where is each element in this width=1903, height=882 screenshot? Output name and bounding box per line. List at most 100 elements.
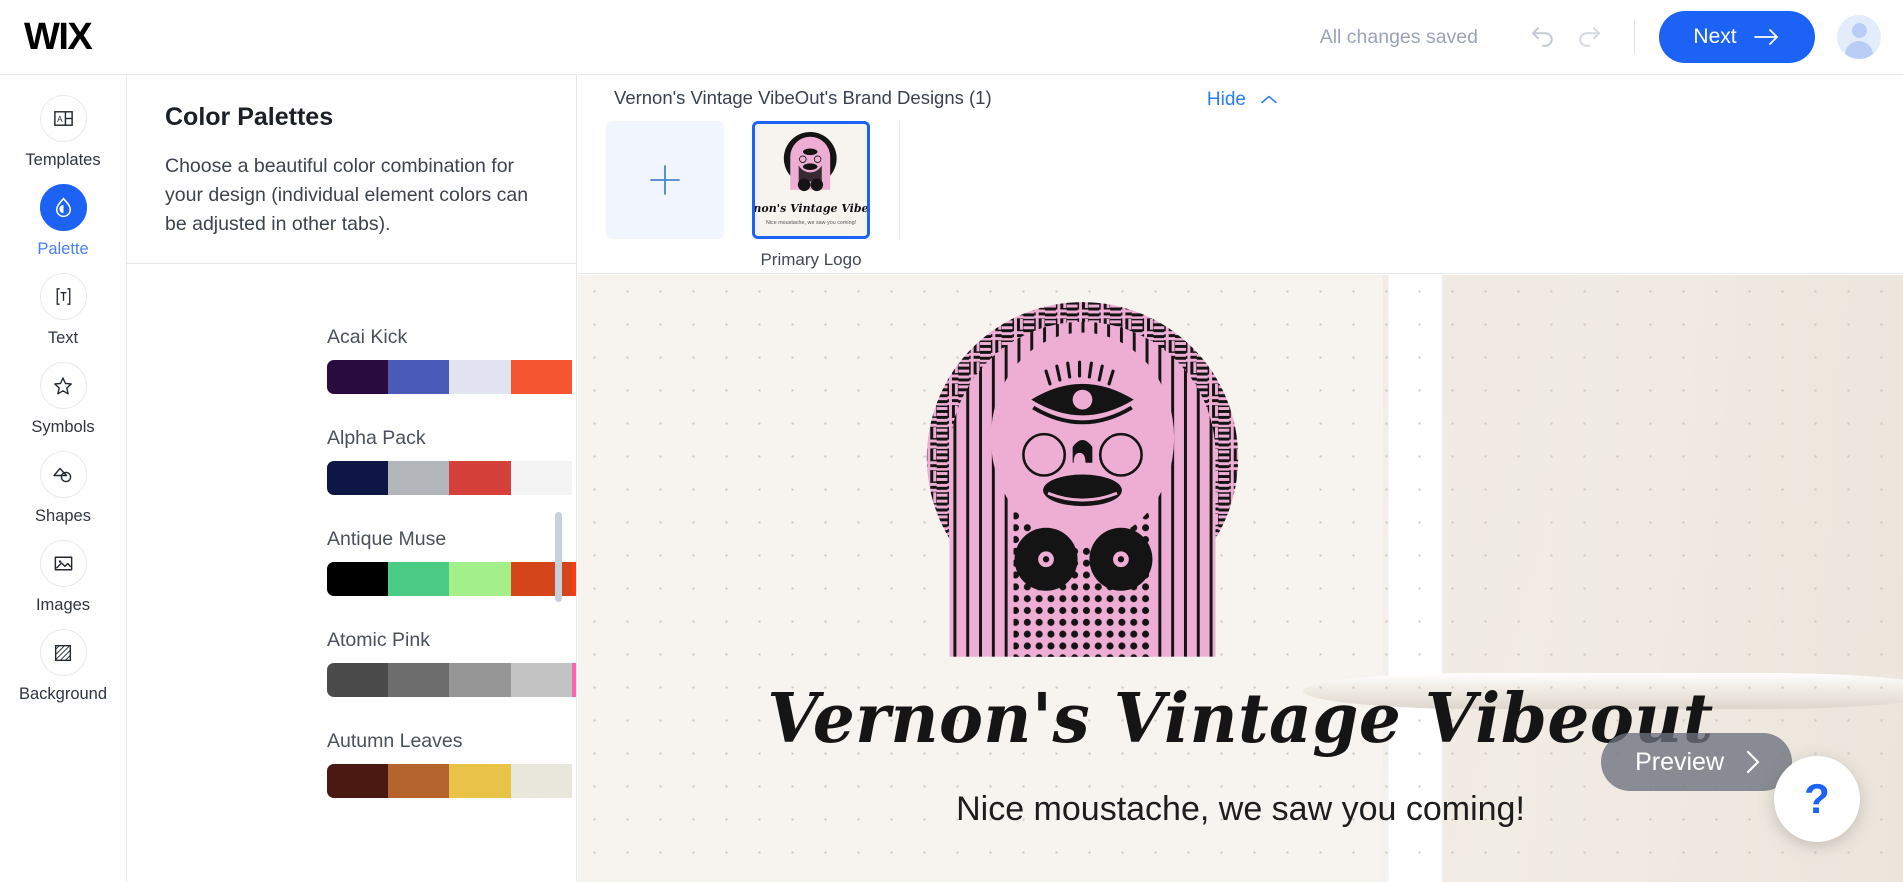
palette-item[interactable]: Atomic Pink	[327, 629, 576, 697]
palette-swatch[interactable]	[449, 360, 511, 394]
undo-button[interactable]	[1520, 14, 1566, 60]
sidebar-item-label: Shapes	[35, 507, 91, 525]
sidebar-item-label: Palette	[37, 240, 89, 258]
images-icon-circle	[39, 540, 87, 587]
palette-swatch[interactable]	[327, 461, 389, 495]
design-thumb-label: Primary Logo	[760, 250, 862, 269]
palette-name: Alpha Pack	[327, 427, 426, 449]
symbols-icon-circle	[39, 362, 87, 409]
next-button[interactable]: Next	[1659, 11, 1815, 63]
star-icon	[54, 376, 72, 394]
palette-name: Acai Kick	[327, 326, 408, 348]
background-icon	[54, 644, 72, 661]
palette-swatch[interactable]	[388, 764, 450, 798]
design-thumb-image: Vernon's Vintage Vibeout Nice moustache,…	[752, 121, 870, 239]
page-title: Color Palettes	[165, 103, 334, 131]
text-icon	[56, 288, 70, 305]
hide-designs-label: Hide	[1206, 89, 1246, 110]
palette-swatch-row[interactable]	[327, 764, 576, 798]
palette-item[interactable]: Acai Kick	[327, 326, 576, 394]
thumb-divider	[899, 121, 900, 239]
sidebar-item-shapes[interactable]: Shapes	[0, 451, 126, 526]
design-thumb-primary-logo[interactable]: Vernon's Vintage Vibeout Nice moustache,…	[752, 121, 870, 270]
palette-item[interactable]: Autumn Leaves	[327, 730, 576, 798]
logo-thumbnail-art: Vernon's Vintage Vibeout Nice moustache,…	[755, 124, 867, 236]
panel-header: Color Palettes Choose a beautiful color …	[127, 75, 576, 264]
palette-swatch[interactable]	[571, 360, 576, 394]
sidebar-item-templates[interactable]: A Templates	[0, 95, 126, 170]
palette-item[interactable]: Antique Muse	[327, 528, 576, 596]
redo-button[interactable]	[1566, 14, 1612, 60]
palette-swatch[interactable]	[449, 461, 511, 495]
palette-swatch[interactable]	[388, 461, 450, 495]
sidebar-item-label: Background	[18, 685, 108, 703]
svg-text:A: A	[57, 115, 63, 124]
palette-swatch[interactable]	[571, 461, 576, 495]
sidebar-item-label: Templates	[25, 151, 101, 169]
help-button[interactable]: ?	[1774, 756, 1860, 842]
image-icon	[54, 556, 72, 571]
design-thumbnails: Vernon's Vintage Vibeout Nice moustache,…	[606, 121, 900, 270]
header-divider	[1634, 20, 1635, 54]
palette-swatch[interactable]	[449, 562, 511, 596]
templates-icon: A	[53, 111, 73, 126]
palette-swatch[interactable]	[327, 562, 389, 596]
palette-swatch[interactable]	[571, 764, 576, 798]
hide-designs-button[interactable]: Hide	[1207, 89, 1278, 111]
sidebar-item-symbols[interactable]: Symbols	[0, 362, 126, 437]
templates-icon-circle: A	[39, 95, 87, 142]
palette-swatch-row[interactable]	[327, 663, 576, 697]
shapes-icon-circle	[39, 451, 87, 498]
palette-swatch-row[interactable]	[327, 562, 576, 596]
sidebar-item-background[interactable]: Background	[0, 629, 126, 704]
sidebar-item-label: Symbols	[31, 418, 95, 436]
palette-name: Autumn Leaves	[327, 730, 463, 752]
palette-swatch[interactable]	[449, 663, 511, 697]
add-design-button[interactable]	[606, 121, 724, 239]
wix-logo[interactable]: WIX	[24, 16, 93, 59]
sidebar-item-palette[interactable]: Palette	[0, 184, 126, 259]
undo-icon	[1532, 27, 1553, 47]
palette-name: Atomic Pink	[327, 629, 430, 651]
palette-swatch[interactable]	[327, 360, 389, 394]
sidebar-item-images[interactable]: Images	[0, 540, 126, 615]
plus-icon	[650, 165, 680, 195]
palette-item[interactable]: Alpha Pack	[327, 427, 576, 495]
svg-text:Vernon's Vintage Vibeout: Vernon's Vintage Vibeout	[755, 202, 867, 215]
user-avatar[interactable]	[1837, 15, 1881, 59]
arrow-right-icon	[1753, 29, 1778, 45]
logo-artwork[interactable]	[915, 297, 1250, 657]
palette-swatch[interactable]	[510, 562, 572, 596]
palette-swatch[interactable]	[449, 764, 511, 798]
palette-swatch[interactable]	[510, 663, 572, 697]
preview-button[interactable]: Preview	[1601, 733, 1792, 791]
palette-swatch[interactable]	[388, 360, 450, 394]
panel-scrollbar-thumb[interactable]	[555, 512, 562, 602]
logo-artwork-svg	[926, 302, 1239, 657]
sidebar-item-label: Images	[35, 596, 91, 614]
palette-swatch[interactable]	[388, 562, 450, 596]
sidebar-item-label: Text	[47, 329, 79, 347]
text-icon-circle	[39, 273, 87, 320]
palette-swatch[interactable]	[510, 360, 572, 394]
palette-swatch[interactable]	[388, 663, 450, 697]
next-button-label: Next	[1693, 25, 1737, 48]
droplet-icon	[55, 197, 71, 218]
logo-tagline[interactable]: Nice moustache, we saw you coming!	[578, 790, 1903, 829]
top-bar-right-group: All changes saved Next	[1320, 0, 1881, 74]
palette-swatch[interactable]	[510, 461, 572, 495]
palette-swatch[interactable]	[510, 764, 572, 798]
palette-swatch[interactable]	[571, 562, 576, 596]
palette-swatch[interactable]	[327, 663, 389, 697]
shapes-icon	[53, 467, 72, 482]
palette-name: Antique Muse	[327, 528, 447, 550]
brand-designs-title: Vernon's Vintage VibeOut's Brand Designs…	[614, 87, 992, 108]
palette-swatch-row[interactable]	[327, 461, 576, 495]
sidebar-item-text[interactable]: Text	[0, 273, 126, 348]
palette-list: Acai Kick Alpha Pack Antique Muse Atomic Pi…	[127, 264, 576, 864]
save-status-text: All changes saved	[1319, 25, 1478, 48]
palette-swatch[interactable]	[571, 663, 576, 697]
palette-swatch[interactable]	[327, 764, 389, 798]
palette-swatch-row[interactable]	[327, 360, 576, 394]
top-bar: WIX All changes saved Next	[0, 0, 1903, 74]
